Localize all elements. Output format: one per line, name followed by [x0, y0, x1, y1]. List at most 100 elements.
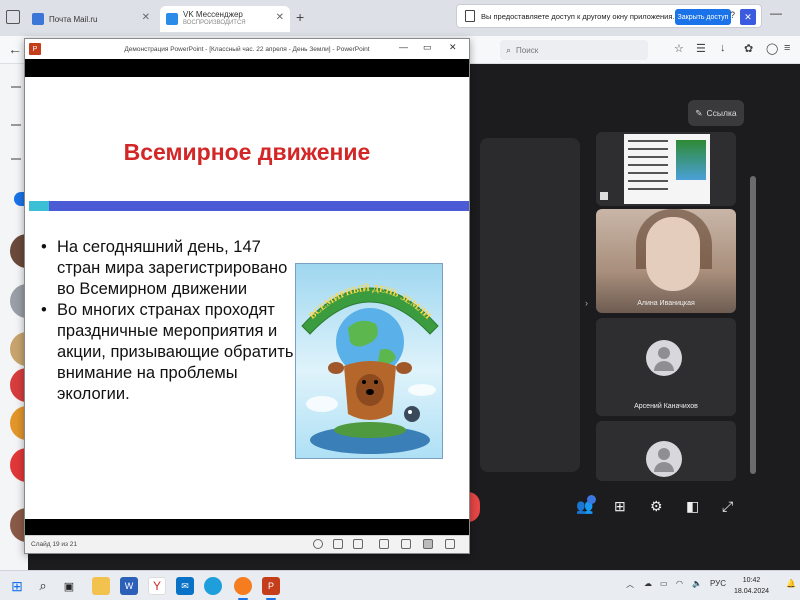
normal-view-icon[interactable] — [379, 539, 389, 549]
browser-tab-bar: Почта Mail.ru ✕ VK Мессенджер ВОСПРОИЗВО… — [0, 0, 800, 36]
participant-tile-arseniy[interactable]: Арсений Каначихов — [596, 318, 736, 416]
shared-slide-thumbnail — [624, 134, 710, 204]
wifi-icon[interactable]: ◠ — [676, 579, 683, 588]
screen-share-notice-text: Вы предоставляете доступ к другому окну … — [481, 11, 675, 21]
tab-vk-subtitle: ВОСПРОИЗВОДИТСЯ — [183, 20, 246, 27]
slideshow-icon[interactable] — [445, 539, 455, 549]
notice-close-button[interactable]: ✕ — [740, 9, 756, 25]
stop-sharing-button[interactable]: Закрыть доступ — [675, 9, 731, 25]
mail-app-icon[interactable]: ✉ — [176, 577, 194, 595]
help-icon[interactable]: ? — [730, 10, 735, 20]
call-link-button[interactable]: ✎ Ссылка — [688, 100, 744, 126]
search-placeholder: Поиск — [516, 45, 539, 55]
participant-name: Алина Иваницкая — [637, 300, 695, 307]
tab-vk-title: VK Мессенджер — [183, 10, 243, 20]
default-avatar-icon — [646, 340, 682, 376]
windows-start-icon[interactable]: ⊞ — [8, 577, 26, 595]
participant-name: Арсений Каначихов — [634, 403, 698, 410]
volume-icon[interactable]: 🔈 — [692, 579, 702, 588]
battery-icon[interactable]: ▭ — [660, 579, 668, 588]
keyboard-language[interactable]: РУС — [710, 579, 726, 588]
earth-day-illustration: ВСЕМИРНЫЙ ДЕНЬ ЗЕМЛИ — [295, 263, 443, 459]
close-icon[interactable]: ✕ — [449, 42, 457, 53]
window-menu-icon[interactable] — [6, 10, 20, 24]
slide-bullet-list: На сегодняшний день, 147 стран мира заре… — [39, 237, 299, 405]
comments-icon[interactable] — [353, 539, 363, 549]
screen-share-notice: Вы предоставляете доступ к другому окну … — [456, 4, 762, 28]
slide-bullet: На сегодняшний день, 147 стран мира заре… — [39, 237, 299, 300]
notes-icon[interactable] — [333, 539, 343, 549]
participant-tile-screen-share[interactable] — [596, 132, 736, 206]
windows-taskbar: ⊞ ⌕ ▣ W Y ✉ P ︿ ☁ ▭ ◠ 🔈 РУС 10:42 18.04.… — [0, 570, 800, 600]
participants-scrollbar[interactable] — [750, 176, 756, 474]
search-icon[interactable]: ⌕ — [34, 577, 52, 595]
pencil-icon: ✎ — [695, 107, 703, 118]
slide-accent-bar — [29, 201, 51, 211]
edge-browser-icon[interactable] — [204, 577, 222, 595]
powerpoint-app-icon: P — [29, 43, 41, 55]
mail-favicon-icon — [32, 13, 44, 25]
participants-badge — [587, 495, 596, 504]
new-tab-button[interactable]: + — [296, 9, 304, 25]
bookmark-icon[interactable]: ☆ — [674, 42, 684, 55]
firefox-icon[interactable] — [234, 577, 252, 595]
menu-icon[interactable]: ≡ — [784, 42, 790, 54]
minimize-icon[interactable]: — — [770, 6, 782, 20]
task-view-icon[interactable]: ▣ — [60, 577, 78, 595]
participant-tile[interactable] — [596, 421, 736, 481]
slide-bullet: Во многих странах проходят праздничные м… — [39, 300, 299, 405]
clock-time: 10:42 — [742, 577, 761, 584]
library-icon[interactable]: ☰ — [696, 42, 706, 55]
system-clock[interactable]: 10:42 18.04.2024 — [734, 575, 769, 597]
yandex-browser-icon[interactable]: Y — [148, 577, 166, 595]
window-share-icon — [465, 10, 475, 22]
powerpoint-window[interactable]: P Демонстрация PowerPoint - [Классный ча… — [24, 38, 470, 554]
powerpoint-taskbar-icon[interactable]: P — [262, 577, 280, 595]
word-icon[interactable]: W — [120, 577, 138, 595]
slide-canvas: Всемирное движение На сегодняшний день, … — [25, 77, 469, 537]
minimize-icon[interactable]: — — [399, 42, 408, 52]
accessibility-icon[interactable] — [313, 539, 323, 549]
cloud-icon[interactable]: ☁ — [644, 579, 652, 588]
clock-date: 18.04.2024 — [734, 588, 770, 595]
main-video-tile[interactable] — [480, 138, 580, 472]
close-icon[interactable]: ✕ — [276, 12, 284, 23]
search-input[interactable]: ⌕ Поиск — [500, 40, 648, 60]
slide-sorter-icon[interactable] — [401, 539, 411, 549]
menu-line — [11, 124, 21, 126]
slide-letterbox-top — [25, 59, 469, 77]
participant-video — [646, 217, 700, 291]
profile-icon[interactable]: ◯ — [766, 42, 778, 55]
slide-title: Всемирное движение — [123, 139, 371, 165]
grid-layout-icon[interactable]: ⊞ — [614, 498, 626, 520]
chevron-up-icon[interactable]: ︿ — [626, 579, 634, 590]
slide-counter: Слайд 19 из 21 — [31, 541, 78, 548]
call-link-label: Ссылка — [706, 108, 737, 118]
powerpoint-title-bar[interactable]: P Демонстрация PowerPoint - [Классный ча… — [25, 39, 469, 59]
powerpoint-window-title: Демонстрация PowerPoint - [Классный час.… — [124, 45, 370, 53]
default-avatar-icon — [646, 441, 682, 477]
tab-mail-title: Почта Mail.ru — [49, 14, 98, 24]
gear-icon[interactable]: ⚙ — [650, 498, 663, 520]
maximize-icon[interactable]: ▭ — [423, 42, 432, 53]
back-arrow-icon[interactable]: ← — [8, 41, 22, 57]
tab-mail[interactable]: Почта Mail.ru ✕ — [26, 6, 156, 32]
notification-bell-icon[interactable]: 🔔 — [786, 579, 796, 588]
extensions-icon[interactable]: ✿ — [744, 42, 753, 55]
earth-day-illustration-svg: ВСЕМИРНЫЙ ДЕНЬ ЗЕМЛИ — [301, 282, 439, 454]
powerpoint-status-bar: Слайд 19 из 21 — [25, 535, 469, 553]
chevron-right-icon[interactable]: › — [585, 298, 588, 308]
menu-line — [11, 86, 21, 88]
reading-view-icon[interactable] — [423, 539, 433, 549]
participant-tile-alina[interactable]: Алина Иваницкая — [596, 209, 736, 313]
chat-avatar[interactable] — [14, 192, 24, 206]
pin-icon[interactable] — [600, 192, 608, 200]
close-icon[interactable]: ✕ — [142, 12, 150, 23]
file-explorer-icon[interactable] — [92, 577, 110, 595]
screen-layout-icon[interactable]: ◧ — [686, 498, 699, 520]
download-icon[interactable]: ↓ — [720, 42, 726, 54]
vk-favicon-icon — [166, 13, 178, 25]
fullscreen-icon[interactable]: ⤢ — [722, 498, 733, 520]
tab-vk-messenger[interactable]: VK Мессенджер ВОСПРОИЗВОДИТСЯ ✕ — [160, 6, 290, 32]
slide-divider-bar — [49, 201, 469, 211]
